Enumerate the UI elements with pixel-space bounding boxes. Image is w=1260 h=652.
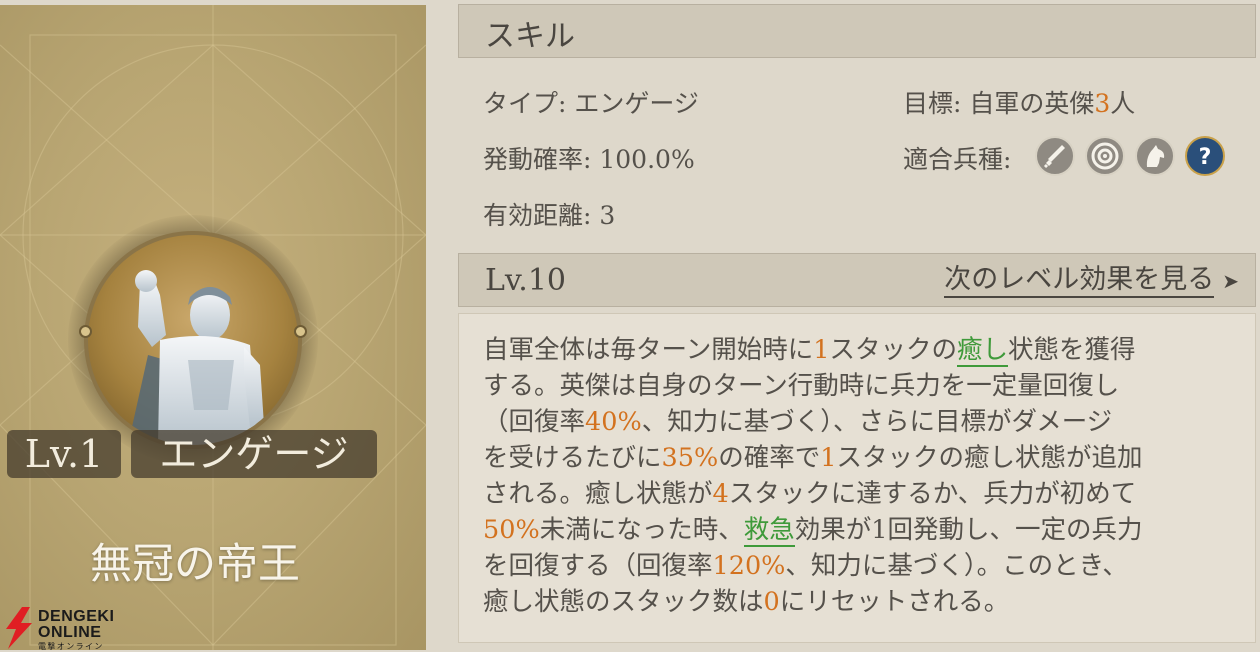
troop-type-icons: ? (1035, 136, 1225, 176)
ring-ornament-right (294, 325, 307, 338)
skill-target: 目標: 自軍の英傑3人 (903, 84, 1135, 120)
lightning-bolt-icon (6, 607, 32, 649)
description-line: （回復率40%、知力に基づく）、さらに目標がダメージ (483, 407, 1113, 437)
level-section-header: Lv.10 次のレベル効果を見る ➤ (458, 253, 1256, 307)
current-level: Lv.10 (485, 263, 567, 298)
description-line: される。癒し状態が4スタックに達するか、兵力が初めて (483, 479, 1137, 509)
hero-portrait (84, 231, 302, 449)
keyword-first-aid[interactable]: 救急 (743, 515, 795, 547)
skill-name: 無冠の帝王 (89, 539, 300, 588)
description-line: する。英傑は自身のターン行動時に兵力を一定量回復し (483, 371, 1120, 401)
chevron-right-icon: ➤ (1222, 269, 1239, 293)
description-line: を回復する（回復率120%、知力に基づく）。このとき、 (483, 551, 1128, 581)
target-suffix: 人 (1110, 89, 1136, 118)
effective-range: 有効距離: 3 (483, 201, 616, 230)
description-line: 癒し状態のスタック数は0にリセットされる。 (483, 587, 1010, 617)
next-level-effect-link[interactable]: 次のレベル効果を見る ➤ (944, 264, 1239, 298)
svg-text:?: ? (1199, 145, 1212, 170)
skill-description: 自軍全体は毎ターン開始時に1スタックの癒し状態を獲得 する。英傑は自身のターン行… (483, 332, 1243, 620)
hero-silhouette-icon (128, 270, 264, 445)
trigger-rate: 発動確率: 100.0% (483, 145, 695, 174)
horse-icon[interactable] (1135, 136, 1175, 176)
skill-description-box: 自軍全体は毎ターン開始時に1スタックの癒し状態を獲得 する。英傑は自身のターン行… (458, 313, 1256, 643)
logo-line3: 電撃オンライン (38, 642, 104, 651)
target-prefix: 目標: 自軍の英傑 (903, 89, 1095, 118)
skill-card: Lv.1 エンゲージ 無冠の帝王 (0, 5, 426, 650)
skill-section-title: スキル (485, 19, 575, 54)
sword-icon[interactable] (1035, 136, 1075, 176)
ring-ornament-left (79, 325, 92, 338)
skill-type-badge: エンゲージ (131, 430, 377, 478)
next-level-link-text[interactable]: 次のレベル効果を見る (944, 264, 1215, 298)
keyword-heal[interactable]: 癒し (956, 335, 1008, 367)
skill-type: タイプ: エンゲージ (483, 89, 699, 118)
question-icon[interactable]: ? (1185, 136, 1225, 176)
description-line: 50%未満になった時、救急効果が1回発動し、一定の兵力 (483, 515, 1143, 547)
target-archery-icon[interactable] (1085, 136, 1125, 176)
target-count: 3 (1094, 89, 1111, 118)
dengeki-online-logo: DENGEKI ONLINE 電撃オンライン (2, 605, 126, 651)
logo-line2: ONLINE (38, 624, 102, 641)
description-line: 自軍全体は毎ターン開始時に1スタックの癒し状態を獲得 (483, 335, 1136, 367)
skill-section-header: スキル (458, 4, 1256, 58)
description-line: を受けるたびに35%の確率で1スタックの癒し状態が追加 (483, 443, 1143, 473)
card-level-badge: Lv.1 (7, 430, 121, 478)
troop-type-label: 適合兵種: (903, 145, 1012, 174)
